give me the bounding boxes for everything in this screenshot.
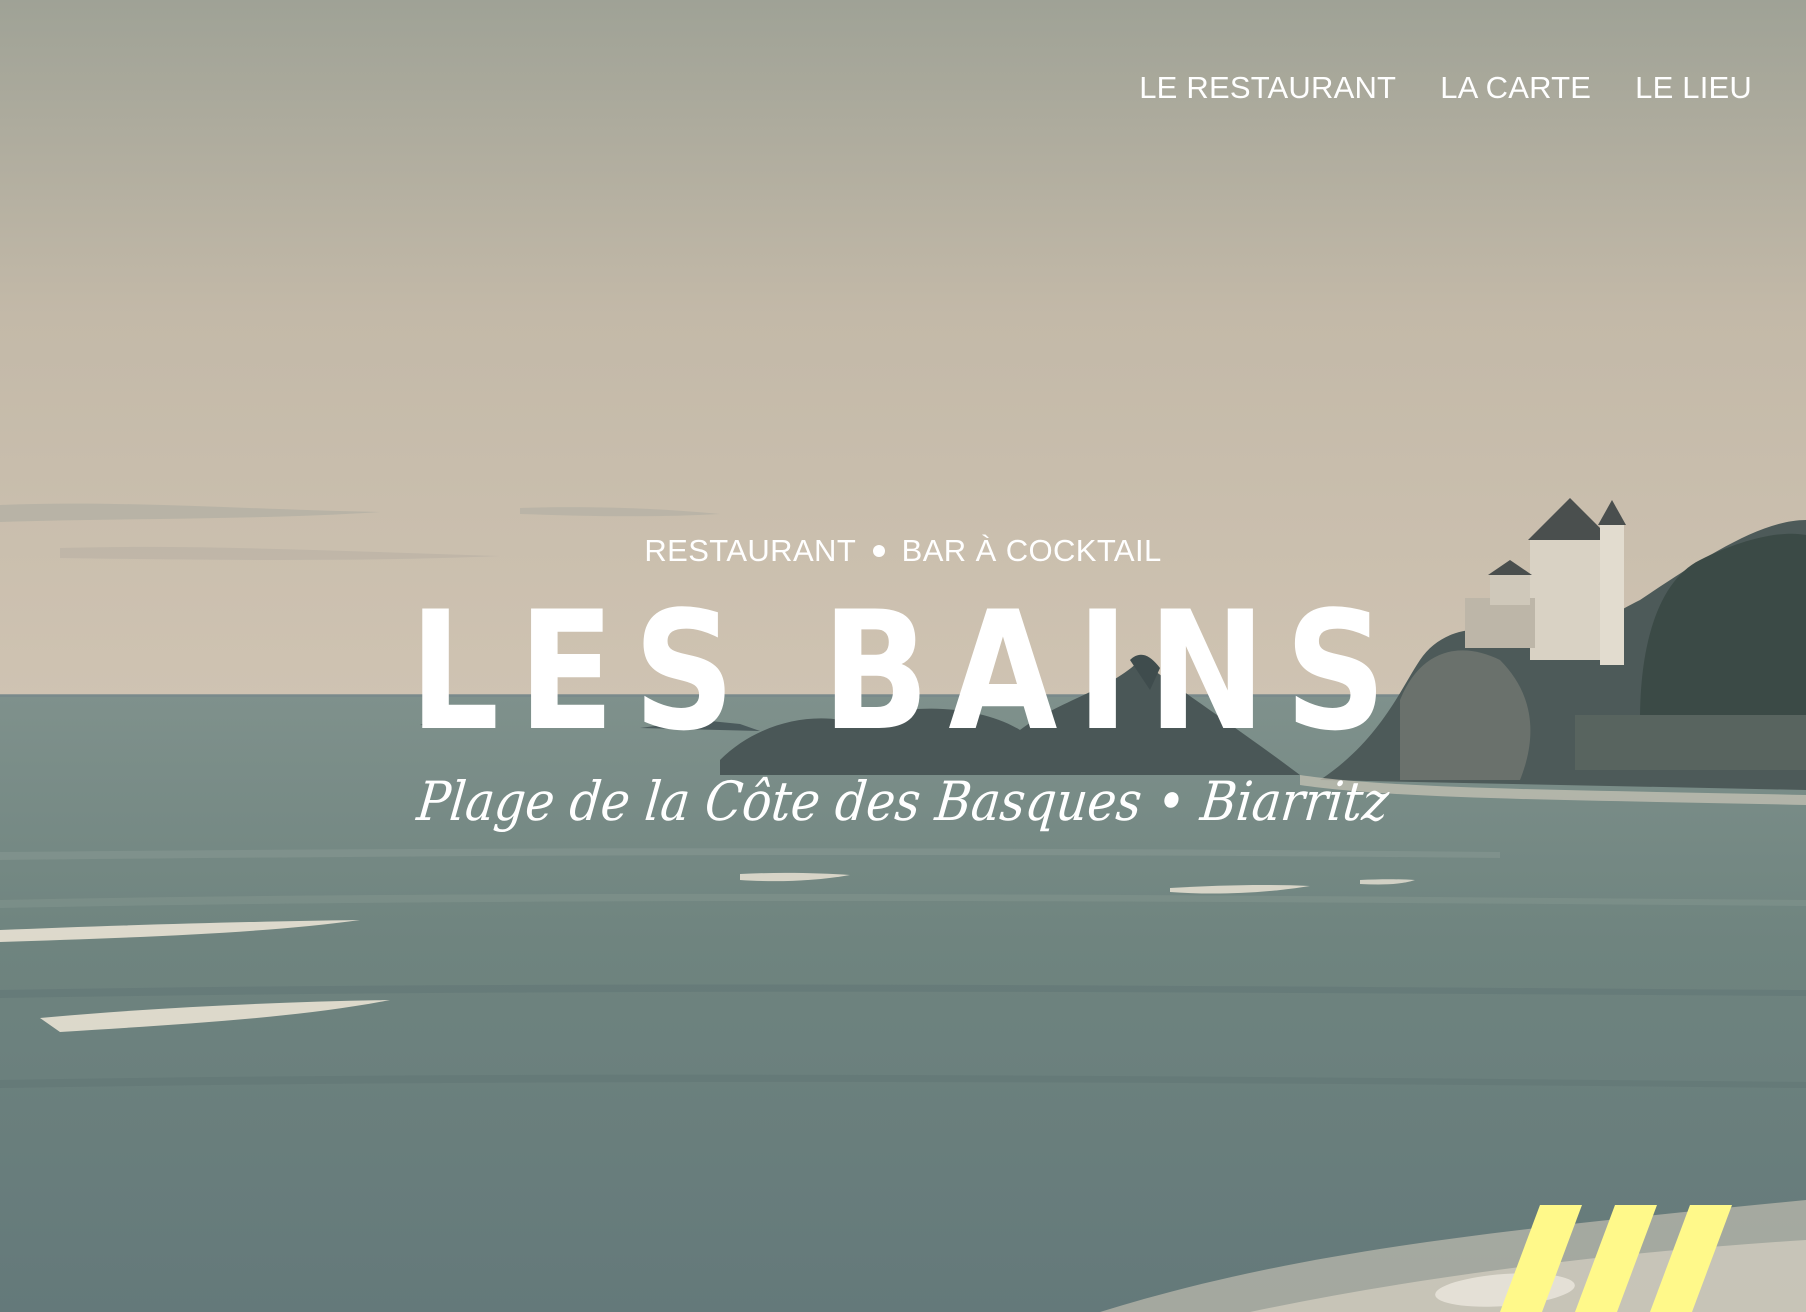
main-nav: LE RESTAURANT LA CARTE LE LIEU [1139, 68, 1752, 108]
nav-item-le-restaurant[interactable]: LE RESTAURANT [1139, 68, 1396, 108]
yellow-stripes-decoration [1500, 1205, 1732, 1312]
bullet-dot-icon [872, 544, 885, 557]
hero-title: LES BAINS [409, 576, 1406, 767]
hero-section: LE RESTAURANT LA CARTE LE LIEU RESTAURAN… [0, 0, 1806, 1312]
tagline-bar: BAR À COCKTAIL [901, 533, 1162, 568]
stripe-1 [1500, 1205, 1582, 1312]
tagline-restaurant: RESTAURANT [644, 533, 856, 568]
nav-item-la-carte[interactable]: LA CARTE [1440, 68, 1591, 108]
hero-subtitle: Plage de la Côte des Basques • Biarritz [414, 770, 1392, 833]
stripe-3 [1650, 1205, 1732, 1312]
nav-item-le-lieu[interactable]: LE LIEU [1635, 68, 1752, 108]
hero-tagline: RESTAURANT BAR À COCKTAIL [0, 533, 1806, 569]
stripe-2 [1575, 1205, 1657, 1312]
